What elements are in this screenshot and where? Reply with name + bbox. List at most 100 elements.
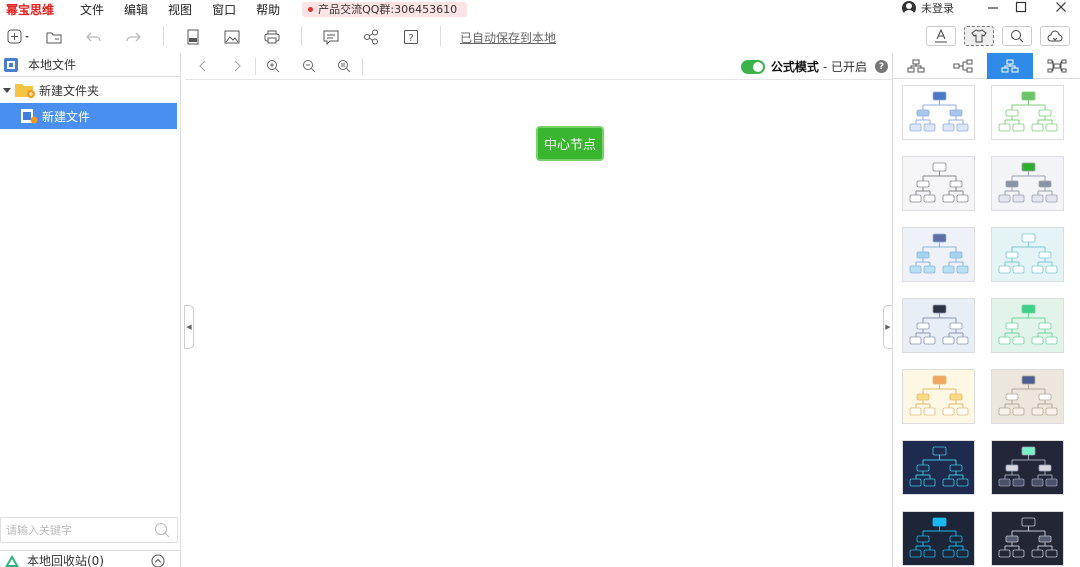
open-folder-button[interactable]	[45, 28, 63, 46]
file-item-selected[interactable]: 新建文件	[0, 103, 177, 129]
minimize-icon	[988, 7, 998, 9]
chevron-right-icon	[234, 60, 241, 72]
theme-panel	[892, 53, 1080, 567]
cloud-button[interactable]	[1040, 26, 1070, 46]
theme-thumbnail-10[interactable]	[991, 369, 1064, 424]
qq-group-badge[interactable]: 产品交流QQ群:306453610	[302, 1, 468, 17]
canvas-toolbar-separator	[255, 58, 256, 75]
theme-preview-icon	[998, 446, 1058, 487]
toolbar-separator	[301, 26, 302, 46]
share-icon	[364, 29, 378, 45]
redo-button[interactable]	[124, 28, 142, 46]
new-file-button[interactable]	[6, 28, 32, 46]
zoom-out-button[interactable]	[301, 58, 317, 74]
theme-preview-icon	[998, 162, 1058, 203]
menu-edit[interactable]: 编辑	[124, 1, 148, 18]
redo-icon	[126, 32, 141, 42]
theme-thumbnail-5[interactable]	[902, 227, 975, 282]
folder-item[interactable]: 新建文件夹	[0, 77, 180, 103]
theme-preview-icon	[998, 517, 1058, 558]
cloud-icon	[1047, 30, 1063, 41]
minimize-button[interactable]	[978, 0, 1008, 14]
theme-preview-icon	[909, 517, 969, 558]
toolbar-separator	[163, 26, 164, 46]
autosave-status[interactable]: 已自动保存到本地	[460, 29, 556, 46]
red-dot-icon	[308, 6, 314, 12]
zoom-in-button[interactable]	[265, 58, 281, 74]
user-icon	[902, 1, 916, 15]
theme-thumbnail-4[interactable]	[991, 156, 1064, 211]
chevron-up-icon[interactable]	[151, 554, 165, 567]
local-files-header[interactable]: 本地文件	[0, 53, 180, 77]
folder-icon	[15, 84, 35, 98]
theme-preview-icon	[998, 375, 1058, 416]
theme-thumbnail-6[interactable]	[991, 227, 1064, 282]
mindmap-icon	[1047, 59, 1067, 73]
formula-mode-status: - 已开启	[822, 60, 867, 74]
back-button[interactable]	[195, 58, 211, 74]
menu-help[interactable]: 帮助	[256, 1, 280, 18]
theme-preview-icon	[998, 233, 1058, 274]
maximize-button[interactable]	[1006, 0, 1036, 14]
theme-preview-icon	[998, 91, 1058, 132]
menu-window[interactable]: 窗口	[212, 1, 236, 18]
recycle-icon	[5, 554, 19, 567]
comment-icon	[323, 30, 339, 45]
menu-view[interactable]: 视图	[168, 1, 192, 18]
theme-thumbnail-8[interactable]	[991, 298, 1064, 353]
menu-file[interactable]: 文件	[80, 1, 104, 18]
theme-thumbnail-1[interactable]	[902, 85, 975, 140]
text-style-button[interactable]	[926, 26, 956, 46]
qq-group-text: 产品交流QQ群:306453610	[318, 3, 458, 16]
login-area[interactable]: 未登录	[902, 0, 954, 16]
local-files-label: 本地文件	[28, 58, 77, 72]
caret-down-icon	[3, 88, 11, 93]
theme-thumbnail-7[interactable]	[902, 298, 975, 353]
theme-thumbnail-13[interactable]	[902, 511, 975, 566]
center-node[interactable]: 中心节点	[536, 126, 604, 161]
theme-thumbnail-12[interactable]	[991, 440, 1064, 495]
login-status: 未登录	[921, 2, 954, 15]
collapse-left-panel-button[interactable]: ◀	[184, 305, 194, 349]
search-button[interactable]	[1002, 26, 1032, 46]
theme-thumbnail-3[interactable]	[902, 156, 975, 211]
triangle-right-icon: ▶	[885, 323, 891, 331]
theme-preview-icon	[909, 304, 969, 345]
theme-button[interactable]	[964, 26, 994, 46]
share-button[interactable]	[362, 28, 380, 46]
theme-thumbnail-14[interactable]	[991, 511, 1064, 566]
help-button[interactable]: ?	[402, 28, 420, 46]
theme-thumbnail-9[interactable]	[902, 369, 975, 424]
folder-icon	[46, 32, 62, 44]
formula-mode: 公式模式 - 已开启 ?	[740, 58, 888, 75]
theme-thumbnail-2[interactable]	[991, 85, 1064, 140]
tab-mindmap-layout[interactable]	[1033, 53, 1080, 79]
theme-thumbnail-11[interactable]	[902, 440, 975, 495]
tab-logic-layout[interactable]	[940, 53, 987, 79]
comment-button[interactable]	[322, 28, 340, 46]
theme-preview-icon	[909, 446, 969, 487]
recycle-bin[interactable]: 本地回收站(0)	[0, 550, 181, 567]
search-icon[interactable]	[154, 522, 170, 538]
question-icon[interactable]: ?	[875, 60, 888, 73]
theme-preview-icon	[909, 375, 969, 416]
export-image-button[interactable]	[223, 28, 241, 46]
close-button[interactable]	[1046, 0, 1076, 14]
zoom-fit-button[interactable]	[336, 58, 352, 74]
print-button[interactable]	[263, 28, 281, 46]
file-search-input[interactable]	[6, 523, 146, 537]
logic-chart-icon	[953, 59, 973, 73]
file-name: 新建文件	[42, 109, 91, 124]
folder-name: 新建文件夹	[39, 83, 100, 98]
formula-mode-toggle[interactable]	[740, 59, 765, 74]
file-search-box	[0, 517, 178, 543]
triangle-left-icon: ◀	[186, 323, 192, 331]
local-files-icon	[4, 57, 18, 72]
forward-button[interactable]	[229, 58, 245, 74]
theme-preview-icon	[909, 233, 969, 274]
tab-tree-layout[interactable]	[986, 53, 1034, 79]
tab-org-chart-layout[interactable]	[893, 53, 940, 79]
export-pdf-button[interactable]	[184, 28, 202, 46]
maximize-icon	[1015, 1, 1027, 13]
undo-button[interactable]	[85, 28, 103, 46]
